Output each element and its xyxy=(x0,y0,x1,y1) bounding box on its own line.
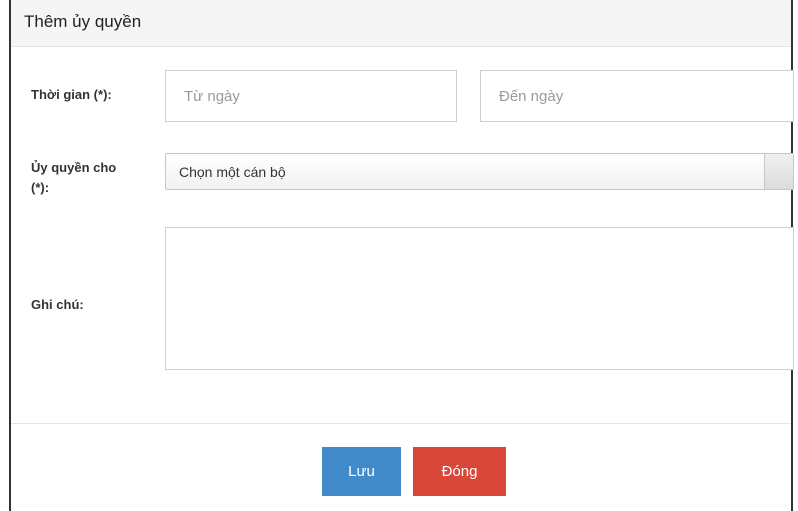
footer-divider xyxy=(11,423,791,424)
dropdown-toggle-icon[interactable] xyxy=(764,154,793,189)
note-label: Ghi chú: xyxy=(31,297,84,312)
delegate-label: Ủy quyền cho (*): xyxy=(31,158,116,198)
from-date-input[interactable] xyxy=(165,70,457,122)
time-label: Thời gian (*): xyxy=(31,87,112,102)
delegate-select[interactable]: Chọn một cán bộ xyxy=(165,153,794,190)
delegate-label-line1: Ủy quyền cho xyxy=(31,160,117,175)
delegate-label-line2: (*): xyxy=(31,180,50,195)
save-button[interactable]: Lưu xyxy=(322,447,401,496)
dialog-header: Thêm ủy quyền xyxy=(11,0,791,47)
dialog-title: Thêm ủy quyền xyxy=(24,12,142,31)
close-button[interactable]: Đóng xyxy=(413,447,506,496)
to-date-input[interactable] xyxy=(480,70,794,122)
add-delegation-dialog: Thêm ủy quyền Thời gian (*): Ủy quyền ch… xyxy=(9,0,794,511)
delegate-select-value: Chọn một cán bộ xyxy=(179,164,286,180)
note-textarea[interactable] xyxy=(165,227,794,370)
